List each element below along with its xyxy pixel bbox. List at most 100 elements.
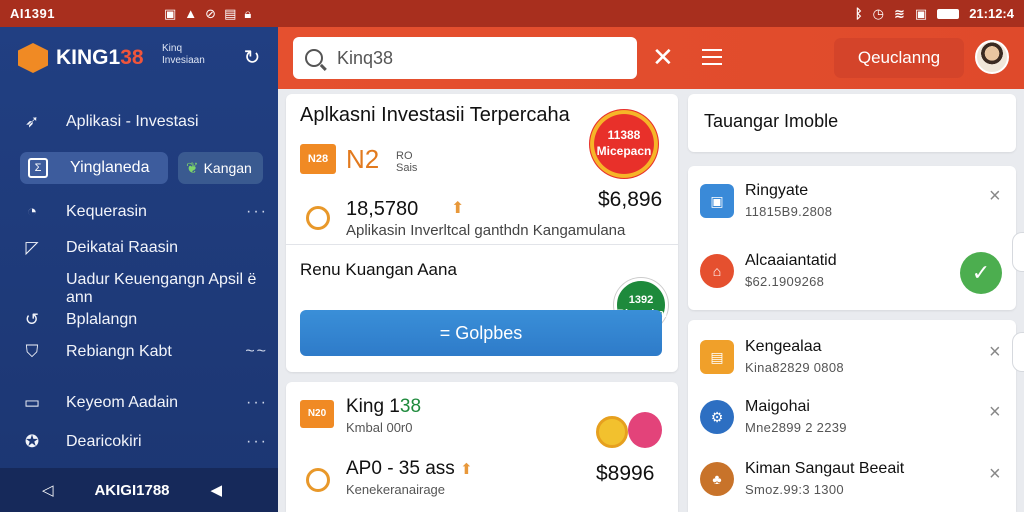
item-name: Kiman Sangaut Beeait bbox=[745, 460, 905, 477]
doc-icon: Σ bbox=[28, 158, 48, 178]
sidebar-item-label: Dearicokiri bbox=[66, 433, 142, 450]
stat-description: Aplikasin Inverltcal ganthdn Kangamulana bbox=[346, 222, 626, 239]
back-icon[interactable]: ◁ bbox=[42, 481, 54, 499]
sidebar-subline: Uadur Keuengangn Apsil ë ann bbox=[66, 271, 257, 306]
item-name: Ringyate bbox=[745, 182, 809, 199]
product-stat: AP0 - 35 ass ⬆ bbox=[346, 458, 473, 480]
more-icon[interactable]: ··· bbox=[246, 394, 268, 412]
coin-icon bbox=[596, 416, 628, 448]
list-item[interactable]: ▤ Kengealaa Kina82829 0808 × bbox=[688, 332, 1016, 390]
compass-icon: ➶ bbox=[24, 112, 40, 131]
brand-name: KING138 bbox=[56, 46, 144, 70]
header-action-button[interactable]: Qeuclanng bbox=[834, 38, 964, 78]
stat-value: 18,5780 bbox=[346, 198, 419, 220]
check-icon[interactable]: ✓ bbox=[960, 252, 1002, 294]
brand-name-part: KING1 bbox=[56, 46, 121, 69]
status-time: 21:12:4 bbox=[969, 6, 1014, 21]
sidebar-item-aplikasi[interactable]: ➶ Aplikasi - Investasi bbox=[20, 108, 268, 136]
sidebar-active-pill[interactable]: Σ Yinglaneda bbox=[20, 152, 168, 184]
basket-icon: ♣ bbox=[700, 462, 734, 496]
status-bar: AI1391 ▣ ▲ ⊘ ▤ 🔒︎ ᛒ ◷ ≋ ▣ 21:12:4 bbox=[0, 0, 1024, 27]
lock-icon: 🔒︎ bbox=[244, 5, 252, 21]
leaf-icon: ❦ bbox=[186, 160, 199, 177]
gear-icon: ⚙ bbox=[700, 400, 734, 434]
play-back-icon[interactable]: ◀ bbox=[210, 481, 222, 499]
sidebar-item-keyeom[interactable]: ▭ Keyeom Aadain ··· bbox=[20, 389, 268, 417]
menu-icon[interactable] bbox=[702, 49, 722, 65]
item-meta: Kina82829 0808 bbox=[745, 360, 844, 375]
product-thumbnail: N20 bbox=[300, 400, 334, 428]
sidebar-item-rebiangn[interactable]: ⛉ Rebiangn Kabt ~~ bbox=[20, 338, 268, 366]
sidebar-item-label: Aplikasi - Investasi bbox=[66, 113, 199, 130]
edge-handle[interactable] bbox=[1012, 232, 1024, 272]
sidebar-green-pill[interactable]: ❦ Kangan bbox=[178, 152, 263, 184]
item-name: Maigohai bbox=[745, 398, 810, 415]
more-icon[interactable]: ~~ bbox=[245, 343, 268, 361]
battery-icon bbox=[937, 8, 960, 19]
search-box[interactable] bbox=[293, 37, 637, 79]
close-icon[interactable]: ✕ bbox=[652, 44, 674, 70]
item-name: Alcaaiantatid bbox=[745, 252, 837, 269]
sim-icon: ▤ bbox=[224, 5, 237, 21]
clock-icon: ◔ bbox=[26, 202, 38, 221]
search-input[interactable] bbox=[337, 47, 617, 69]
item-meta: Mne2899 2 2239 bbox=[745, 420, 847, 435]
card-title: Aplkasni Investasii Terpercaha bbox=[300, 104, 570, 126]
list-item[interactable]: ⚙ Maigohai Mne2899 2 2239 × bbox=[688, 392, 1016, 450]
promo-badge[interactable]: 11388 Micepacn bbox=[589, 109, 659, 179]
sidebar-item-deikatai[interactable]: ◸ Deikatai Raasin bbox=[20, 234, 268, 262]
product-card[interactable]: N20 King 138 Kmbal 00r0 AP0 - 35 ass ⬆ K… bbox=[286, 382, 678, 512]
close-icon[interactable]: × bbox=[989, 186, 1001, 206]
badge-line: Micepacn bbox=[596, 144, 652, 158]
brand-tagline: Kinq Invesiaan bbox=[162, 43, 205, 66]
coin-icon bbox=[306, 206, 330, 230]
bluetooth-icon: ᛒ bbox=[854, 6, 863, 21]
avatar[interactable] bbox=[975, 40, 1009, 74]
item-name: Kengealaa bbox=[745, 338, 822, 355]
more-icon[interactable]: ··· bbox=[246, 203, 268, 221]
list-item[interactable]: ♣ Kiman Sangaut Beeait Smoz.99:3 1300 × bbox=[688, 454, 1016, 512]
image-icon: ▣ bbox=[164, 5, 177, 21]
sidebar-item-dearicokiri[interactable]: ✪ Dearicokiri ··· bbox=[20, 428, 268, 456]
close-icon[interactable]: × bbox=[989, 402, 1001, 422]
sidebar-item-label: Kequerasin bbox=[66, 203, 147, 220]
sidebar-item-label: Deikatai Raasin bbox=[66, 239, 179, 256]
status-left-text: AI1391 bbox=[10, 6, 55, 21]
trend-up-icon: ⬆ bbox=[460, 461, 473, 478]
sidebar-item-label: Rebiangn Kabt bbox=[66, 343, 172, 360]
product-thumbnail: N28 bbox=[300, 144, 336, 174]
wifi-icon: ≋ bbox=[893, 5, 905, 21]
item-meta: Smoz.99:3 1300 bbox=[745, 482, 844, 497]
refresh-icon: ↺ bbox=[24, 310, 40, 329]
close-icon[interactable]: × bbox=[989, 464, 1001, 484]
sidebar-item-bplalangn[interactable]: ↺ Bplalangn bbox=[20, 306, 268, 334]
product-sub: Kmbal 00r0 bbox=[346, 420, 413, 435]
section-title: Renu Kuangan Aana bbox=[300, 260, 457, 279]
alarm-icon: ◷ bbox=[872, 5, 884, 21]
status-right: ᛒ ◷ ≋ ▣ 21:12:4 bbox=[855, 6, 1014, 22]
product-code: N2 bbox=[346, 144, 380, 174]
brand[interactable]: KING138 bbox=[18, 43, 144, 73]
primary-button[interactable]: = Golpbes bbox=[300, 310, 662, 356]
close-icon[interactable]: × bbox=[989, 342, 1001, 362]
refresh-icon[interactable]: ↻ bbox=[238, 45, 266, 73]
divider bbox=[286, 244, 678, 245]
badge-line: 11388 bbox=[607, 128, 641, 142]
more-icon[interactable]: ··· bbox=[246, 433, 268, 451]
stat-sub: Kenekeranairage bbox=[346, 482, 446, 497]
sidebar: KING138 Kinq Invesiaan ↻ ➶ Aplikasi - In… bbox=[0, 27, 278, 512]
right-card-1: ▣ Ringyate 11815B9.2808 × ⌂ Alcaaiantati… bbox=[688, 166, 1016, 310]
upload-icon: ▲ bbox=[184, 5, 198, 21]
investment-card: Aplkasni Investasii Terpercaha 11388 Mic… bbox=[286, 94, 678, 372]
photo-icon: ▣ bbox=[914, 5, 928, 21]
star-icon: ✪ bbox=[24, 432, 40, 451]
folder-icon: ▣ bbox=[700, 184, 734, 218]
sidebar-item-label: Keyeom Aadain bbox=[66, 394, 179, 411]
header: ✕ Qeuclanng bbox=[278, 27, 1024, 89]
right-panel-title: Tauangar Imoble bbox=[704, 111, 839, 131]
edge-handle[interactable] bbox=[1012, 332, 1024, 372]
sidebar-item-kequerasin[interactable]: ◔ Kequerasin ··· bbox=[20, 198, 268, 226]
list-item[interactable]: ▣ Ringyate 11815B9.2808 × bbox=[688, 176, 1016, 234]
green-pill-label: Kangan bbox=[203, 160, 252, 176]
product-price: $8996 bbox=[596, 462, 655, 485]
